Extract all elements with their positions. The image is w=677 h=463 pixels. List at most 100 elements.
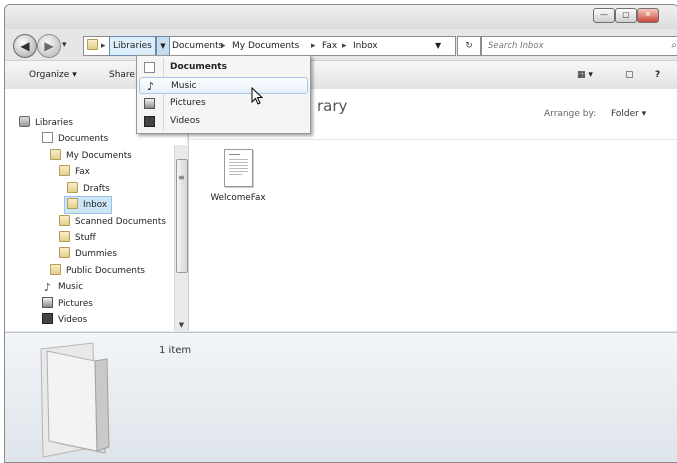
address-segment-documents[interactable]: Documents	[172, 37, 223, 55]
explorer-window: — ▢ ✕ ◀ ▶ ▾ ▸ Libraries ▼ Documents ▸ My…	[4, 4, 677, 463]
tree-item-drafts[interactable]: Drafts	[67, 181, 110, 197]
document-thumbnail-icon	[223, 149, 253, 187]
tree-item-label: My Documents	[66, 151, 132, 161]
maximize-button[interactable]: ▢	[615, 8, 637, 23]
scroll-down-arrow-icon[interactable]: ▼	[175, 321, 188, 329]
address-history-dropdown-icon[interactable]: ▼	[435, 37, 441, 55]
menu-item-music[interactable]: ♪ Music	[139, 77, 308, 94]
large-folder-icon	[40, 342, 110, 458]
folder-icon	[67, 198, 78, 209]
tree-item-label: Music	[58, 282, 84, 292]
minimize-button[interactable]: —	[593, 8, 615, 23]
folder-icon	[59, 165, 70, 176]
menu-item-label: Pictures	[170, 98, 206, 108]
tree-item-dummies[interactable]: Dummies	[59, 246, 117, 262]
back-button[interactable]: ◀	[13, 34, 37, 58]
menu-item-videos[interactable]: Videos	[139, 113, 308, 130]
tree-item-my-documents[interactable]: My Documents	[50, 148, 132, 164]
refresh-button[interactable]: ↻	[457, 36, 481, 56]
organize-button[interactable]: Organize ▾	[29, 61, 77, 89]
organize-label: Organize	[29, 70, 70, 80]
arrange-by-label: Arrange by:	[544, 109, 597, 119]
tree-item-pictures[interactable]: Pictures	[42, 296, 93, 312]
videos-icon	[42, 313, 53, 324]
forward-arrow-icon: ▶	[44, 39, 54, 53]
address-separator-icon[interactable]: ▸	[101, 37, 106, 55]
tree-item-label: Stuff	[75, 233, 96, 243]
tree-item-label: Inbox	[83, 200, 108, 210]
header-divider	[189, 139, 677, 140]
address-dropdown-arrow-icon[interactable]: ▼	[156, 36, 170, 56]
tree-item-label: Drafts	[83, 184, 110, 194]
help-icon[interactable]: ?	[655, 61, 660, 89]
search-input[interactable]: Search Inbox ⌕	[481, 36, 677, 56]
library-title: rary	[317, 97, 348, 115]
address-segment-libraries[interactable]: Libraries	[109, 36, 156, 56]
address-segment-fax[interactable]: Fax	[322, 37, 337, 55]
pictures-icon	[42, 297, 53, 308]
search-icon[interactable]: ⌕	[671, 37, 677, 55]
tree-item-label: Public Documents	[66, 266, 145, 276]
folder-icon	[59, 247, 70, 258]
tree-item-label: Fax	[75, 167, 90, 177]
tree-item-public-documents[interactable]: Public Documents	[50, 263, 145, 279]
tree-item-label: Dummies	[75, 249, 117, 259]
folder-icon	[50, 264, 61, 275]
tree-item-music[interactable]: ♪ Music	[42, 279, 83, 295]
menu-item-pictures[interactable]: Pictures	[139, 95, 308, 112]
recent-pages-button[interactable]: ▾	[62, 40, 67, 50]
close-button[interactable]: ✕	[637, 8, 659, 23]
title-bar: — ▢ ✕	[5, 5, 677, 29]
videos-icon	[144, 116, 155, 127]
thumb-grip-icon: ≡	[178, 173, 185, 182]
tree-item-label: Videos	[58, 315, 88, 325]
folder-icon	[59, 231, 70, 242]
library-icon	[19, 116, 30, 127]
address-separator-icon[interactable]: ▸	[311, 37, 316, 55]
address-separator-icon[interactable]: ▸	[342, 37, 347, 55]
tree-item-inbox[interactable]: Inbox	[64, 196, 113, 214]
arrange-by-dropdown[interactable]: Folder ▾	[611, 109, 646, 119]
documents-icon	[42, 132, 53, 143]
menu-item-label: Music	[171, 81, 197, 91]
folder-icon	[67, 182, 78, 193]
share-button[interactable]: Share	[109, 61, 135, 89]
details-pane: 1 item	[5, 332, 677, 462]
item-count: 1 item	[159, 345, 192, 356]
back-arrow-icon: ◀	[20, 39, 30, 53]
preview-pane-button[interactable]: ▢	[625, 61, 634, 89]
mouse-cursor-icon	[251, 87, 263, 105]
tree-item-libraries[interactable]: Libraries	[19, 115, 73, 131]
tree-item-label: Documents	[58, 134, 109, 144]
tree-item-label: Libraries	[35, 118, 73, 128]
address-segment-inbox[interactable]: Inbox	[353, 37, 378, 55]
file-name: WelcomeFax	[210, 193, 266, 203]
tree-item-documents[interactable]: Documents	[42, 131, 108, 147]
address-separator-icon[interactable]: ▸	[221, 37, 226, 55]
tree-item-stuff[interactable]: Stuff	[59, 230, 96, 246]
tree-item-videos[interactable]: Videos	[42, 312, 87, 328]
refresh-icon: ↻	[465, 41, 473, 51]
address-bar[interactable]: ▸ Libraries ▼ Documents ▸ My Documents ▸…	[83, 36, 456, 56]
music-icon: ♪	[43, 281, 52, 294]
menu-item-documents[interactable]: Documents	[139, 59, 308, 76]
tree-item-label: Scanned Documents	[75, 217, 166, 227]
documents-icon	[144, 62, 155, 73]
pictures-icon	[144, 98, 155, 109]
view-options-button[interactable]: ▦ ▾	[577, 61, 593, 89]
address-segment-my-documents[interactable]: My Documents	[232, 37, 299, 55]
file-item[interactable]: WelcomeFax	[207, 149, 269, 203]
address-root-icon[interactable]	[87, 37, 100, 55]
tree-item-scanned-documents[interactable]: Scanned Documents	[59, 214, 166, 230]
library-dropdown-menu: Documents ♪ Music Pictures Videos	[136, 55, 311, 134]
forward-button[interactable]: ▶	[37, 34, 61, 58]
tree-item-label: Pictures	[58, 299, 93, 309]
navigation-scrollbar[interactable]: ≡ ▼	[174, 145, 188, 331]
folder-icon	[59, 215, 70, 226]
menu-item-label: Documents	[170, 62, 227, 72]
navigation-bar: ◀ ▶ ▾ ▸ Libraries ▼ Documents ▸ My Docum…	[5, 31, 677, 59]
folder-icon	[50, 149, 61, 160]
folder-icon	[87, 39, 98, 50]
menu-item-label: Videos	[170, 116, 200, 126]
tree-item-fax[interactable]: Fax	[59, 164, 90, 180]
